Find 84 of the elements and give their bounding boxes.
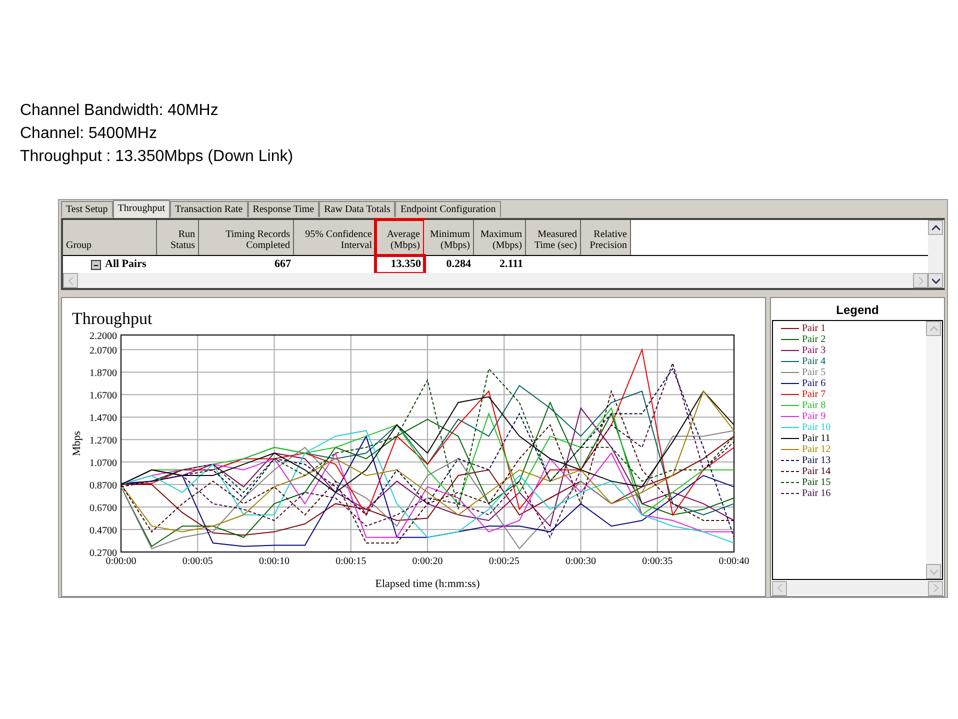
x-axis-label: Elapsed time (h:mm:ss) xyxy=(375,578,480,590)
y-tick-label: 1.0700 xyxy=(90,458,117,470)
line-sample-icon xyxy=(781,404,799,407)
line-sample-icon xyxy=(781,382,799,385)
legend-label: Pair 2 xyxy=(802,334,826,345)
column-header[interactable]: Timing Records Completed xyxy=(199,220,294,255)
legend-label: Pair 3 xyxy=(802,345,826,356)
y-tick-label: 1.8700 xyxy=(90,368,117,380)
column-header[interactable]: Group xyxy=(63,220,157,255)
tab[interactable]: Response Time xyxy=(248,201,320,217)
y-tick-label: 0.8700 xyxy=(90,480,117,492)
column-header[interactable]: Measured Time (sec) xyxy=(526,220,581,255)
line-sample-icon xyxy=(781,393,799,396)
legend-label: Pair 15 xyxy=(802,477,831,488)
legend-label: Pair 13 xyxy=(802,455,831,466)
x-tick-label: 0:00:05 xyxy=(182,556,213,567)
column-header[interactable]: 95% Confidence Interval xyxy=(294,220,376,255)
legend-label: Pair 9 xyxy=(802,411,826,422)
line-sample-icon xyxy=(781,492,799,495)
y-tick-label: 0.6700 xyxy=(90,503,117,514)
line-sample-icon xyxy=(781,481,799,484)
x-tick-label: 0:00:25 xyxy=(488,556,520,567)
tab[interactable]: Test Setup xyxy=(61,201,113,217)
scroll-left-button[interactable] xyxy=(63,273,78,288)
table-cell: 13.350 xyxy=(376,256,424,273)
line-sample-icon xyxy=(781,349,799,352)
tab[interactable]: Endpoint Configuration xyxy=(395,201,501,217)
slide-text-line: Channel Bandwidth: 40MHz xyxy=(20,101,218,121)
y-tick-label: 1.6700 xyxy=(90,390,117,402)
legend-label: Pair 8 xyxy=(802,400,826,411)
legend-label: Pair 14 xyxy=(802,466,831,477)
legend-title: Legend xyxy=(835,302,880,319)
tab[interactable]: Throughput xyxy=(112,200,170,218)
tab[interactable]: Raw Data Totals xyxy=(319,201,396,217)
column-header[interactable]: Maximum (Mbps) xyxy=(474,220,526,255)
line-sample-icon xyxy=(781,415,799,418)
line-sample-icon xyxy=(781,459,799,462)
scroll-left-button[interactable] xyxy=(772,580,787,596)
x-tick-label: 0:00:35 xyxy=(642,556,673,567)
legend-label: Pair 4 xyxy=(802,356,826,367)
x-tick-label: 0:00:30 xyxy=(565,556,596,567)
legend-label: Pair 10 xyxy=(802,422,831,433)
table-cell-text: 667 xyxy=(274,257,292,272)
y-tick-label: 2.0700 xyxy=(90,346,117,357)
line-sample-icon xyxy=(781,360,799,363)
line-sample-icon xyxy=(781,437,799,440)
legend-label: Pair 7 xyxy=(802,389,826,400)
y-tick-label: 2.2000 xyxy=(90,331,117,342)
line-sample-icon xyxy=(781,338,799,341)
y-tick-label: 1.4700 xyxy=(90,413,117,424)
scroll-right-button[interactable] xyxy=(928,580,943,596)
y-axis-label: Mbps xyxy=(71,430,83,456)
table-cell-text: 2.111 xyxy=(498,257,524,272)
line-sample-icon xyxy=(781,448,799,451)
legend-label: Pair 12 xyxy=(802,444,831,455)
legend-label: Pair 5 xyxy=(802,367,826,378)
x-tick-label: 0:00:20 xyxy=(412,556,443,567)
column-header[interactable]: Minimum (Mbps) xyxy=(424,220,474,255)
table-cell-text: 0.284 xyxy=(445,257,472,272)
slide-text-line: Channel: 5400MHz xyxy=(20,124,157,144)
legend-label: Pair 6 xyxy=(802,378,826,389)
chart-title: Throughput xyxy=(72,309,152,328)
x-tick-label: 0:00:00 xyxy=(106,556,136,567)
slide-text-line: Throughput : 13.350Mbps (Down Link) xyxy=(20,147,294,167)
scroll-down-button[interactable] xyxy=(928,273,943,288)
x-tick-label: 0:00:10 xyxy=(258,556,290,567)
line-sample-icon xyxy=(781,327,799,330)
tab[interactable]: Transaction Rate xyxy=(170,201,248,217)
y-tick-label: 1.2700 xyxy=(90,436,117,447)
column-header[interactable]: Run Status xyxy=(157,220,199,255)
line-sample-icon xyxy=(781,470,799,473)
y-tick-label: 0.4700 xyxy=(90,526,117,537)
x-tick-label: 0:00:15 xyxy=(336,556,366,567)
legend-label: Pair 1 xyxy=(802,323,826,334)
column-header[interactable]: Average (Mbps) xyxy=(376,220,424,255)
collapse-toggle[interactable] xyxy=(91,260,101,270)
column-header[interactable]: Relative Precision xyxy=(581,220,631,255)
line-sample-icon xyxy=(781,426,799,429)
x-tick-label: 0:00:40 xyxy=(718,556,750,567)
legend-label: Pair 16 xyxy=(802,488,831,499)
group-name: All Pairs xyxy=(105,258,146,270)
legend-label: Pair 11 xyxy=(802,433,830,444)
scroll-up-button[interactable] xyxy=(928,220,943,235)
line-sample-icon xyxy=(781,371,799,374)
